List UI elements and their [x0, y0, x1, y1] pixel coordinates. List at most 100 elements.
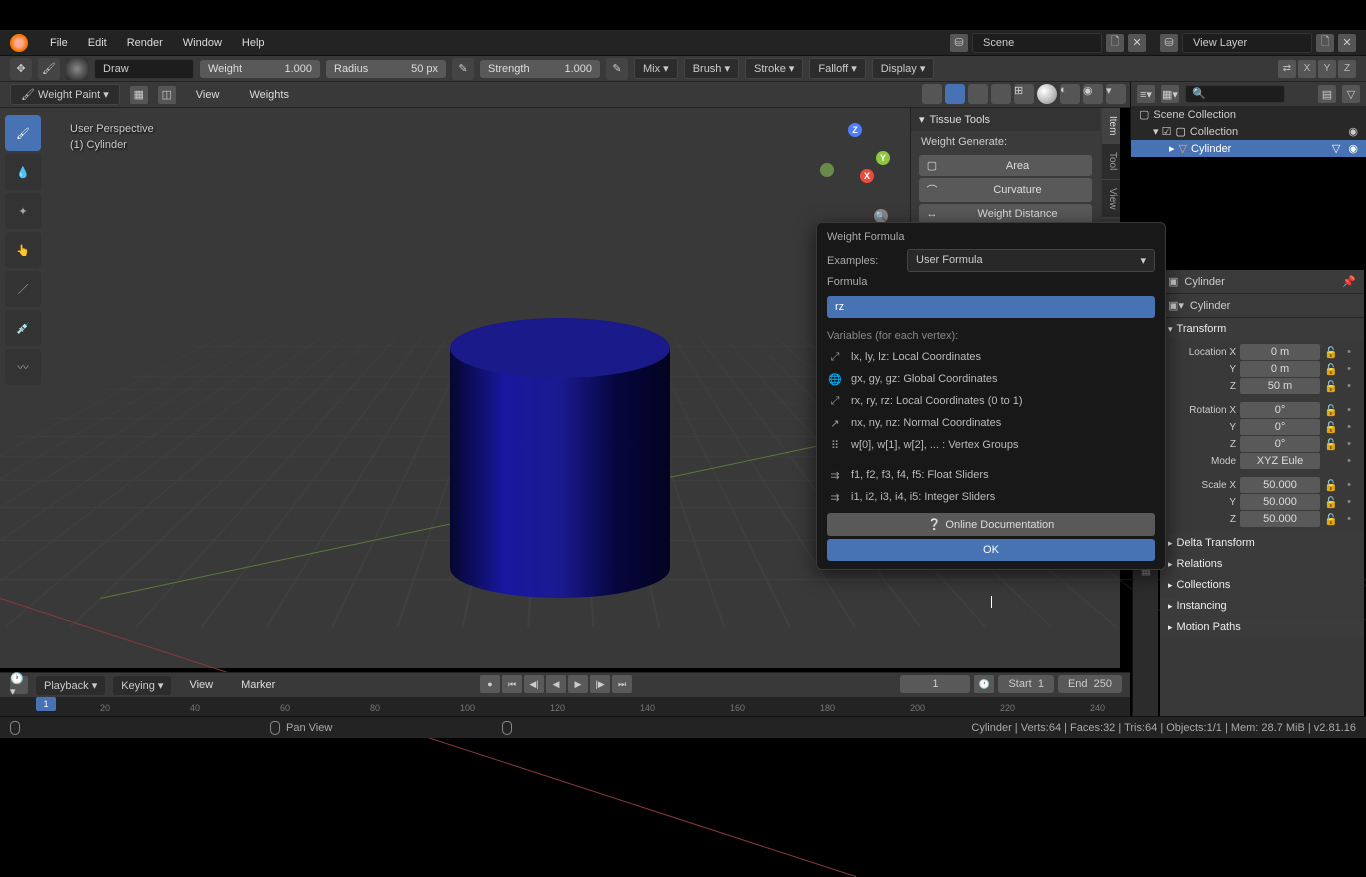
weight-field[interactable]: Weight1.000 — [200, 60, 320, 78]
xray-toggle-icon[interactable] — [991, 84, 1011, 104]
scale-x-field[interactable]: 50.000 — [1240, 477, 1320, 493]
keyframe-prev-button[interactable]: ◀| — [524, 675, 544, 693]
formula-input[interactable] — [827, 296, 1155, 318]
mode-select[interactable]: 🖌 Weight Paint ▾ — [10, 84, 120, 105]
end-frame-field[interactable]: End 250 — [1058, 675, 1122, 693]
viewport-weights-menu[interactable]: Weights — [239, 85, 299, 105]
curvature-button[interactable]: ⌒Curvature — [919, 178, 1092, 202]
rendered-shading-icon[interactable]: ◉ — [1083, 84, 1103, 104]
view-object-types-icon[interactable] — [922, 84, 942, 104]
scene-browse-icon[interactable]: ⛁ — [950, 34, 968, 52]
transform-section-header[interactable]: Transform — [1160, 319, 1364, 339]
brush-preview-icon[interactable]: 🖌 — [38, 58, 60, 80]
outliner-collection[interactable]: ▾ ☑ ▢ Collection◉ — [1131, 123, 1366, 140]
timeline-track[interactable]: 1 20 40 60 80 100 120 140 160 180 200 22… — [0, 697, 1130, 717]
keying-menu[interactable]: Keying ▾ — [113, 676, 171, 695]
menu-file[interactable]: File — [40, 33, 78, 53]
outliner-search-input[interactable] — [1185, 85, 1285, 103]
shading-options-icon[interactable]: ▾ — [1106, 84, 1126, 104]
scene-name-input[interactable] — [972, 33, 1102, 53]
online-doc-button[interactable]: ❔Online Documentation — [827, 513, 1155, 536]
brush-dropdown[interactable]: Brush ▾ — [684, 58, 739, 79]
menu-edit[interactable]: Edit — [78, 33, 117, 53]
face-select-icon[interactable]: ◫ — [158, 86, 176, 104]
rotation-y-field[interactable]: 0° — [1240, 419, 1320, 435]
weight-distance-button[interactable]: ↔Weight Distance — [919, 204, 1092, 224]
jump-end-button[interactable]: ⏭ — [612, 675, 632, 693]
area-button[interactable]: ▢Area — [919, 155, 1092, 176]
average-tool-button[interactable]: ✦ — [5, 193, 41, 229]
collections-header[interactable]: Collections — [1160, 575, 1364, 595]
navigation-gizmo[interactable]: Z Y X 🔍 — [820, 123, 890, 193]
scene-delete-icon[interactable]: ✕ — [1128, 34, 1146, 52]
menu-render[interactable]: Render — [117, 33, 173, 53]
rotation-mode-select[interactable]: XYZ Eule — [1240, 453, 1320, 469]
blender-logo-icon[interactable] — [10, 34, 28, 52]
annotate-tool-button[interactable]: 〰 — [5, 349, 41, 385]
viewlayer-new-icon[interactable]: 🗋 — [1316, 34, 1334, 52]
keyframe-next-button[interactable]: |▶ — [590, 675, 610, 693]
outliner-cylinder-item[interactable]: ▸ ▽ Cylinder ▽◉ — [1131, 140, 1366, 157]
outliner-scene-collection[interactable]: ▢ Scene Collection — [1131, 106, 1366, 123]
current-frame-field[interactable]: 1 — [900, 675, 970, 693]
motion-paths-header[interactable]: Motion Paths — [1160, 617, 1364, 637]
smear-tool-button[interactable]: 👆 — [5, 232, 41, 268]
relations-header[interactable]: Relations — [1160, 554, 1364, 574]
wireframe-shading-icon[interactable]: ⊞ — [1014, 84, 1034, 104]
props-obj-name[interactable]: Cylinder — [1184, 276, 1224, 288]
vertex-select-icon[interactable]: ▦ — [130, 86, 148, 104]
mirror-x-button[interactable]: X — [1298, 60, 1316, 78]
examples-select[interactable]: User Formula▾ — [907, 249, 1155, 272]
brush-texture-icon[interactable] — [66, 58, 88, 80]
gizmo-zoom-icon[interactable]: 🔍 — [874, 209, 888, 223]
timeline-marker-menu[interactable]: Marker — [231, 675, 285, 695]
blend-mode-select[interactable]: Mix ▾ — [634, 58, 678, 79]
cursor-tool-icon[interactable]: ✥ — [10, 58, 32, 80]
tissue-tools-header[interactable]: ▾ Tissue Tools — [911, 108, 1100, 131]
lock-icon[interactable]: 🔓 — [1324, 346, 1338, 359]
scene-new-icon[interactable]: 🗋 — [1106, 34, 1124, 52]
sample-tool-button[interactable]: 💉 — [5, 310, 41, 346]
material-shading-icon[interactable]: ◐ — [1060, 84, 1080, 104]
location-z-field[interactable]: 50 m — [1240, 378, 1320, 394]
radius-pressure-icon[interactable]: ✎ — [452, 58, 474, 80]
n-tab-view[interactable]: View — [1102, 180, 1120, 219]
mirror-z-button[interactable]: Z — [1338, 60, 1356, 78]
menu-help[interactable]: Help — [232, 33, 275, 53]
play-button[interactable]: ▶ — [568, 675, 588, 693]
n-tab-tool[interactable]: Tool — [1102, 144, 1120, 179]
scale-z-field[interactable]: 50.000 — [1240, 511, 1320, 527]
pin-icon[interactable]: 📌 — [1342, 275, 1356, 288]
stroke-dropdown[interactable]: Stroke ▾ — [745, 58, 803, 79]
cylinder-mesh[interactable] — [450, 318, 670, 598]
strength-field[interactable]: Strength1.000 — [480, 60, 600, 78]
viewport-view-menu[interactable]: View — [186, 85, 230, 105]
radius-field[interactable]: Radius50 px — [326, 60, 446, 78]
playback-menu[interactable]: Playback ▾ — [36, 676, 105, 695]
strength-pressure-icon[interactable]: ✎ — [606, 58, 628, 80]
props-data-name[interactable]: Cylinder — [1190, 300, 1230, 312]
location-x-field[interactable]: 0 m — [1240, 344, 1320, 360]
overlay-toggle-icon[interactable] — [968, 84, 988, 104]
current-frame-marker[interactable]: 1 — [36, 697, 56, 711]
falloff-dropdown[interactable]: Falloff ▾ — [809, 58, 865, 79]
jump-start-button[interactable]: ⏮ — [502, 675, 522, 693]
outliner-filter-toggle-icon[interactable]: ▽ — [1342, 85, 1360, 103]
outliner-filter-icon[interactable]: ▦▾ — [1161, 85, 1179, 103]
gradient-tool-button[interactable]: ／ — [5, 271, 41, 307]
ok-button[interactable]: OK — [827, 539, 1155, 561]
menu-window[interactable]: Window — [173, 33, 232, 53]
play-reverse-button[interactable]: ◀ — [546, 675, 566, 693]
gizmo-y-axis[interactable]: Y — [876, 151, 890, 165]
rotation-z-field[interactable]: 0° — [1240, 436, 1320, 452]
viewlayer-browse-icon[interactable]: ⛁ — [1160, 34, 1178, 52]
instancing-header[interactable]: Instancing — [1160, 596, 1364, 616]
solid-shading-icon[interactable] — [1037, 84, 1057, 104]
delta-transform-header[interactable]: Delta Transform — [1160, 533, 1364, 553]
n-tab-item[interactable]: Item — [1102, 108, 1120, 144]
outliner-display-icon[interactable]: ≡▾ — [1137, 85, 1155, 103]
gizmo-x-axis[interactable]: X — [860, 169, 874, 183]
gizmo-neg-y[interactable] — [820, 163, 834, 177]
start-frame-field[interactable]: Start 1 — [998, 675, 1053, 693]
gizmo-toggle-icon[interactable] — [945, 84, 965, 104]
